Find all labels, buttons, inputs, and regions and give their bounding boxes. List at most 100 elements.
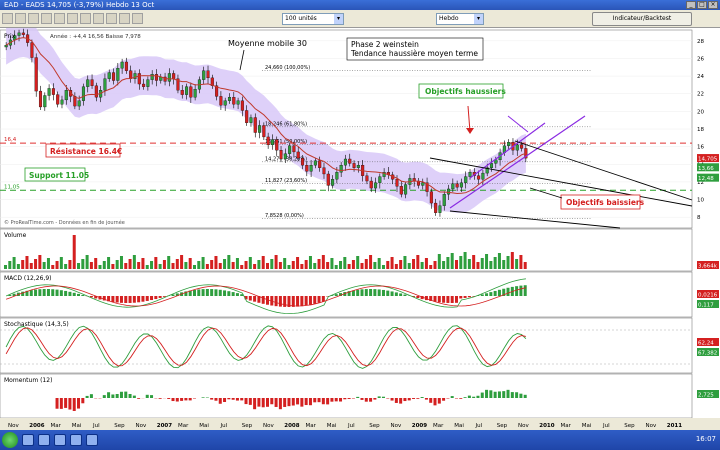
candle-body: [253, 117, 257, 133]
momentum-bar: [300, 398, 304, 407]
data-source-note: © ProRealTime.com - Données en fin de jo…: [4, 219, 125, 226]
volume-bar: [115, 260, 119, 269]
minimize-icon[interactable]: _: [686, 1, 696, 9]
settings-icon[interactable]: [119, 13, 130, 24]
candle-body: [442, 194, 446, 206]
candle-body: [266, 136, 270, 146]
momentum-bar: [347, 398, 351, 399]
text-icon[interactable]: [54, 13, 65, 24]
momentum-bar: [437, 398, 441, 404]
momentum-bar: [450, 396, 454, 398]
app-icon[interactable]: [70, 434, 82, 446]
momentum-bar: [124, 391, 128, 398]
momentum-bar: [278, 398, 282, 410]
volume-bar: [94, 258, 98, 269]
momentum-bar: [339, 398, 343, 402]
support-axis-text: 11,05: [4, 184, 20, 190]
volume-bar: [68, 260, 72, 269]
volume-bar: [497, 253, 501, 269]
fibonacci-icon[interactable]: [41, 13, 52, 24]
candle-body: [43, 95, 47, 108]
maximize-icon[interactable]: □: [697, 1, 707, 9]
momentum-bar: [330, 398, 334, 402]
volume-bar: [489, 261, 493, 269]
units-select-value: 100 unités: [285, 15, 317, 22]
macd-bar: [197, 289, 201, 296]
volume-badge: 3,664k: [698, 264, 718, 270]
momentum-bar: [403, 398, 407, 402]
macd-bar: [278, 296, 282, 307]
chart-canvas[interactable]: 24,660 (100,00%)18,246 (61,80%)16,261 (5…: [0, 18, 720, 430]
volume-bar: [231, 262, 235, 269]
volume-bar: [476, 262, 480, 269]
volume-bar: [287, 265, 291, 269]
x-tick-label: Jul: [475, 423, 483, 429]
color-icon[interactable]: [106, 13, 117, 24]
app-icon[interactable]: [54, 434, 66, 446]
bull-target-label: Objectifs haussiers: [425, 87, 506, 96]
macd-bar: [124, 296, 128, 303]
momentum-bar: [223, 398, 227, 402]
stochastic-header: Stochastique (14,3,5): [4, 321, 69, 328]
candle-body: [142, 83, 146, 87]
candle-body: [343, 158, 347, 166]
period-select[interactable]: Hebdo ▾: [436, 13, 484, 25]
volume-bar: [420, 262, 424, 269]
candle-body: [206, 70, 210, 79]
volume-bar: [463, 252, 467, 269]
momentum-header: Momentum (12): [4, 377, 52, 384]
candle-body: [520, 144, 524, 149]
chart-type-icon[interactable]: [93, 13, 104, 24]
macd-bar: [485, 293, 489, 296]
candle-body: [4, 45, 8, 48]
candle-body: [77, 100, 81, 107]
candle-body: [270, 139, 274, 146]
momentum-bar: [497, 391, 501, 398]
zoom-in-icon[interactable]: [67, 13, 78, 24]
start-button[interactable]: [2, 432, 18, 448]
volume-bar: [188, 258, 192, 269]
momentum-bar: [115, 394, 119, 398]
volume-bar: [214, 256, 218, 269]
volume-bar: [141, 258, 145, 269]
print-icon[interactable]: [132, 13, 143, 24]
macd-bar: [162, 296, 166, 297]
volume-bar: [184, 262, 188, 269]
momentum-bar: [167, 398, 171, 399]
zoom-out-icon[interactable]: [80, 13, 91, 24]
horizontal-line-icon[interactable]: [28, 13, 39, 24]
price-badge: 13,66: [698, 166, 714, 172]
candle-body: [326, 173, 330, 186]
macd-bar: [192, 289, 196, 296]
volume-bar: [162, 260, 166, 269]
candle-body: [90, 79, 94, 86]
app-icon[interactable]: [38, 434, 50, 446]
volume-bar: [313, 263, 317, 269]
macd-bar: [291, 296, 295, 307]
app-icon[interactable]: [86, 434, 98, 446]
candle-body: [47, 88, 51, 96]
momentum-bar: [506, 389, 510, 398]
volume-bar: [77, 263, 81, 269]
volume-bar: [523, 262, 527, 269]
candle-body: [258, 125, 262, 133]
volume-bar: [412, 259, 416, 269]
pointer-icon[interactable]: [2, 13, 13, 24]
volume-bar: [377, 258, 381, 269]
x-tick-label: Mar: [178, 423, 189, 429]
chart-area[interactable]: 24,660 (100,00%) 18,246 (61,80%) 16,261 (5…: [0, 18, 720, 430]
momentum-bar: [394, 398, 398, 403]
volume-bar: [502, 260, 506, 269]
indicator-backtest-button[interactable]: Indicateur/Backtest: [592, 12, 692, 26]
candle-body: [399, 186, 403, 195]
momentum-bar: [59, 398, 63, 409]
phase-line1: Phase 2 weinstein: [351, 40, 419, 49]
candle-body: [283, 153, 287, 160]
candle-body: [120, 61, 124, 69]
macd-bar: [489, 292, 493, 296]
app-icon[interactable]: [22, 434, 34, 446]
close-icon[interactable]: ×: [708, 1, 718, 9]
momentum-bar: [119, 391, 123, 398]
trendline-icon[interactable]: [15, 13, 26, 24]
units-select[interactable]: 100 unités ▾: [282, 13, 344, 25]
